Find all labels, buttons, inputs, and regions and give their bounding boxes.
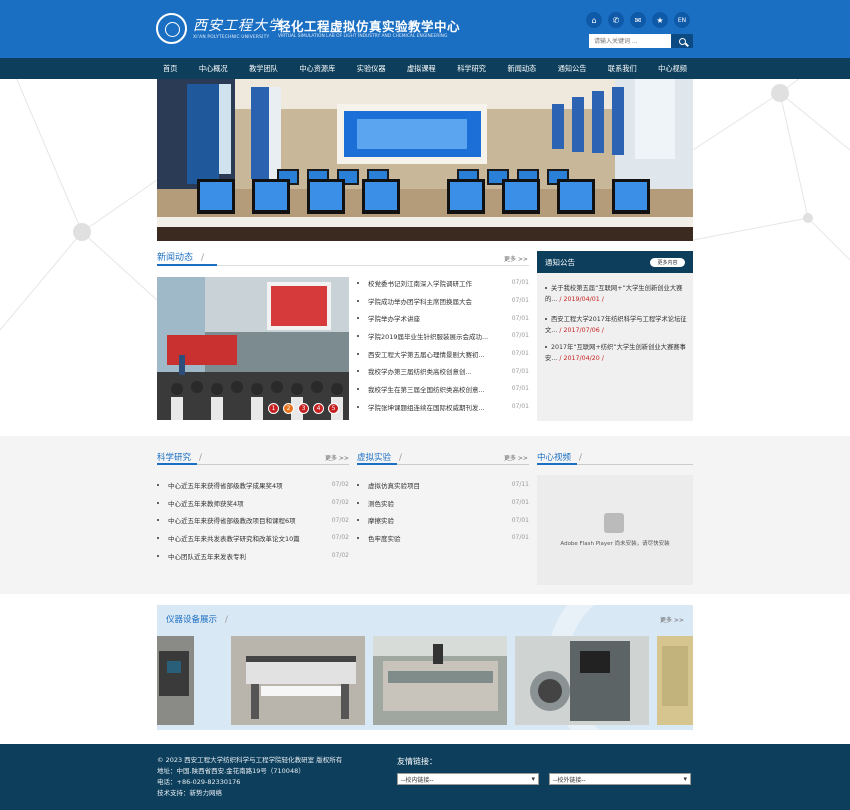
plugin-puzzle-icon	[604, 513, 624, 533]
home-icon[interactable]: ⌂	[586, 12, 602, 28]
university-name: 西安工程大学	[193, 18, 283, 34]
wechat-icon[interactable]: ✆	[608, 12, 624, 28]
flash-plugin-message: Adobe Flash Player 尚未安装，请尽快安装	[560, 541, 670, 547]
slider-dot-4[interactable]: 4	[313, 403, 324, 414]
university-seal-logo[interactable]	[156, 13, 187, 44]
research-item[interactable]: 中心近五年来共发表教学研究和改革论文10篇 07/02	[157, 529, 349, 547]
virtual-more-link[interactable]: 更多 >>	[504, 453, 528, 462]
nav-news[interactable]: 新闻动态	[501, 64, 542, 74]
slider-dot-2[interactable]: 2	[283, 403, 294, 414]
virtual-item[interactable]: 摩擦实验 07/01	[357, 511, 529, 529]
mail-icon[interactable]: ✉	[630, 12, 646, 28]
nav-resource-library[interactable]: 中心资源库	[293, 64, 341, 74]
news-slider-photo[interactable]: 1 2 3 4 5	[157, 277, 349, 420]
nav-video[interactable]: 中心视频	[652, 64, 693, 74]
external-links-select[interactable]: --校外链接--	[549, 773, 691, 785]
center-title: 轻化工程虚拟仿真实验教学中心	[278, 19, 461, 34]
footer-copyright: © 2023 西安工程大学纺织科学与工程学院轻化教研室 版权所有	[157, 756, 343, 764]
news-item[interactable]: 我校学办第三届纺织类高校创意创... 07/01	[357, 362, 529, 380]
news-item[interactable]: 我校学生在第三届全国纺织类高校创意... 07/01	[357, 380, 529, 398]
news-more-link[interactable]: 更多 >>	[504, 254, 528, 263]
notice-item[interactable]: 西安工程大学2017年纺织科学与工程学术论坛征文... / 2017/07/06…	[545, 315, 687, 336]
news-title-underline	[157, 264, 529, 266]
nav-contact[interactable]: 联系我们	[602, 64, 643, 74]
virtual-title-underline	[357, 463, 529, 465]
main-nav: 首页 中心概况 教学团队 中心资源库 实验仪器 虚拟课程 科学研究 新闻动态 通…	[0, 58, 850, 79]
news-list: 校党委书记刘江南深入学院调研工作 07/01 学院成功举办团学科主席团换届大会 07…	[357, 274, 529, 416]
site-header: 西安工程大学 XI'AN POLYTECHNIC UNIVERSITY 轻化工程…	[0, 0, 850, 58]
notice-more-button[interactable]: 更多内容	[650, 258, 685, 267]
search-icon	[678, 37, 686, 45]
research-more-link[interactable]: 更多 >>	[325, 453, 349, 462]
virtual-item[interactable]: 测色实验 07/01	[357, 494, 529, 512]
video-section-title[interactable]: 中心视频 /	[537, 451, 582, 463]
video-player-placeholder[interactable]: Adobe Flash Player 尚未安装，请尽快安装	[537, 475, 693, 585]
internal-links-select[interactable]: --校内链接--	[397, 773, 539, 785]
research-list: 中心近五年来获得省部级教学成果奖4项 07/02 中心近五年来教师获奖4项 07/0…	[157, 476, 349, 564]
notice-panel: 通知公告 更多内容 关于我校第五届“互联网+”大学生创新创业大赛的... / 2…	[537, 251, 693, 421]
equipment-photo[interactable]	[157, 636, 194, 725]
news-item[interactable]: 学院张坤课题组连续在国际权威期刊发... 07/01	[357, 398, 529, 416]
friend-links-title: 友情链接：	[397, 757, 437, 766]
equipment-photo[interactable]	[231, 636, 365, 725]
notice-item[interactable]: 2017年“互联网+纺织”大学生创新创业大赛赛事安... / 2017/04/2…	[545, 343, 687, 364]
virtual-section-title[interactable]: 虚拟实验 /	[357, 451, 402, 463]
news-item[interactable]: 西安工程大学第五届心理情景剧大赛初... 07/01	[357, 345, 529, 363]
language-en-button[interactable]: EN	[674, 12, 690, 28]
news-section-title[interactable]: 新闻动态 /	[157, 250, 204, 263]
nav-teaching-team[interactable]: 教学团队	[243, 64, 284, 74]
equipment-section-title[interactable]: 仪器设备展示 /	[166, 613, 228, 625]
research-section-title[interactable]: 科学研究 /	[157, 451, 202, 463]
nav-instruments[interactable]: 实验仪器	[351, 64, 392, 74]
search-button[interactable]	[671, 34, 693, 48]
university-name-en: XI'AN POLYTECHNIC UNIVERSITY	[193, 35, 270, 40]
star-icon[interactable]: ★	[652, 12, 668, 28]
notice-title: 通知公告	[545, 258, 575, 267]
research-item[interactable]: 中心近五年来教师获奖4项 07/02	[157, 494, 349, 512]
notice-header: 通知公告 更多内容	[537, 251, 693, 273]
virtual-item[interactable]: 色牢度实验 07/01	[357, 529, 529, 547]
virtual-list: 虚拟仿真实验项目 07/11 测色实验 07/01 摩擦实验 07/01 色牢度实验 0…	[357, 476, 529, 547]
nav-center-overview[interactable]: 中心概况	[193, 64, 234, 74]
nav-notices[interactable]: 通知公告	[552, 64, 593, 74]
search-box	[589, 34, 693, 48]
news-item[interactable]: 学院成功举办团学科主席团换届大会 07/01	[357, 292, 529, 310]
header-icon-group: ⌂ ✆ ✉ ★ EN	[586, 12, 690, 28]
equipment-photo[interactable]	[657, 636, 693, 725]
slider-dot-5[interactable]: 5	[328, 403, 339, 414]
footer-phone: 电话：+86-029-82330176	[157, 778, 241, 786]
search-input[interactable]	[589, 34, 671, 48]
equipment-photo[interactable]	[515, 636, 649, 725]
nav-virtual-courses[interactable]: 虚拟课程	[401, 64, 442, 74]
news-item[interactable]: 校党委书记刘江南深入学院调研工作 07/01	[357, 274, 529, 292]
research-item[interactable]: 中心近五年来获得省部级教学成果奖4项 07/02	[157, 476, 349, 494]
nav-research[interactable]: 科学研究	[451, 64, 492, 74]
nav-home[interactable]: 首页	[157, 64, 183, 74]
research-title-underline	[157, 463, 349, 465]
news-item[interactable]: 学院2019届毕业生针织服装展示会成功... 07/01	[357, 327, 529, 345]
footer-tech-support: 技术支持：新势力网络	[157, 789, 222, 797]
equipment-showcase: 仪器设备展示 / 更多 >>	[157, 605, 693, 730]
footer-address: 地址：中国.陕西省西安.金花南路19号（710048）	[157, 767, 305, 775]
slider-dot-3[interactable]: 3	[298, 403, 309, 414]
virtual-item[interactable]: 虚拟仿真实验项目 07/11	[357, 476, 529, 494]
slider-dot-1[interactable]: 1	[268, 403, 279, 414]
center-title-en: VIRTUAL SIMULATION LAB OF LIGHT INDUSTRY…	[278, 34, 448, 39]
equipment-more-link[interactable]: 更多 >>	[660, 615, 684, 624]
research-item[interactable]: 中心近五年来获得省部级教改项目和课程6项 07/02	[157, 511, 349, 529]
research-item[interactable]: 中心团队近五年来发表专利 07/02	[157, 547, 349, 565]
equipment-photo[interactable]	[373, 636, 507, 725]
slider-pagination: 1 2 3 4 5	[268, 403, 339, 414]
banner-computer-lab-photo	[157, 79, 693, 241]
news-item[interactable]: 学院举办学术讲座 07/01	[357, 309, 529, 327]
video-title-underline	[537, 463, 693, 465]
notice-item[interactable]: 关于我校第五届“互联网+”大学生创新创业大赛的... / 2019/04/01 …	[545, 284, 687, 305]
